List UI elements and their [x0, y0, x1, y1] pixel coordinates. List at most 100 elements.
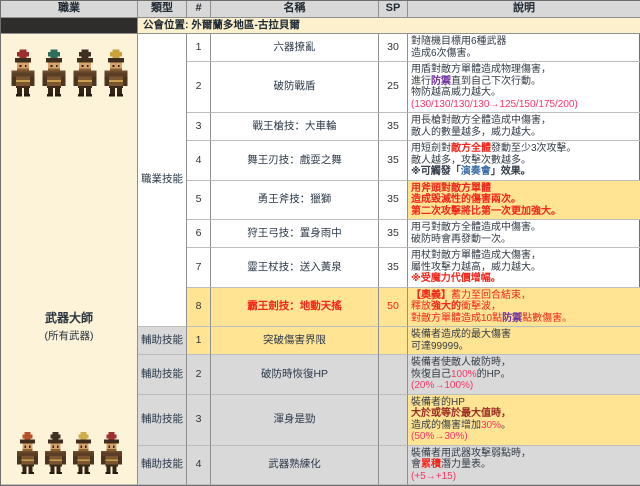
character-sprites-top: [1, 42, 137, 104]
section-support-skills: 輔助技能: [138, 327, 187, 355]
job-cell: 武器大師 (所有武器): [1, 34, 138, 485]
character-sprite: [9, 42, 37, 104]
skill-description-line: 會累積潛力量表。: [411, 459, 491, 471]
skill-description-line: 【奧義】蓄力至回合結束，: [411, 290, 531, 302]
skill-description-line: 造成6次傷害。: [411, 48, 477, 60]
skill-sp: [379, 446, 408, 486]
skill-number: 2: [187, 355, 211, 395]
character-sprite: [99, 427, 124, 479]
skill-name: 霸王劍技：地動天搖: [211, 288, 379, 328]
skill-description-line: (130/130/130/130→125/150/175/200): [411, 99, 578, 111]
skill-name: 渾身是勁: [211, 395, 379, 446]
skill-number: 7: [187, 248, 211, 288]
skill-name: 狩王弓技：置身雨中: [211, 220, 379, 248]
skill-description: 裝備者用武器攻擊弱點時，會累積潛力量表。(+5→+15): [408, 446, 640, 486]
character-sprite: [15, 427, 40, 479]
job-name: 武器大師: [1, 309, 137, 326]
skill-sp: 35: [379, 220, 408, 248]
skill-description-line: 造成的傷害增加30%。: [411, 420, 511, 432]
skill-description-line: 用長槍對敵方全體造成中傷害，: [411, 115, 551, 127]
skill-name: 戰王槍技：大車輪: [211, 113, 379, 141]
character-sprite: [71, 427, 96, 479]
column-header-name: 名稱: [211, 1, 379, 18]
section-support-skills: 輔助技能: [138, 446, 187, 486]
skill-sp: [379, 355, 408, 395]
skill-number: 4: [187, 446, 211, 486]
skill-description-line: 對隨機目標用6種武器: [411, 36, 507, 48]
guild-location: 公會位置: 外爾蘭多地區-古拉貝爾: [138, 18, 640, 35]
skill-name: 六器撩亂: [211, 34, 379, 62]
skill-description-line: 用弓對敵方全體造成中傷害。: [411, 222, 541, 234]
skill-description: 裝備者的HP大於或等於最大值時，造成的傷害增加30%。(50%→30%): [408, 395, 640, 446]
skill-table: 職業 類型 # 名稱 SP 說明 公會位置: 外爾蘭多地區-古拉貝爾 武器大師 …: [0, 0, 640, 486]
skill-name: 破防時恢復HP: [211, 355, 379, 395]
skill-name: 舞王刃技：戲耍之舞: [211, 141, 379, 181]
skill-description-line: (50%→30%): [411, 431, 468, 443]
skill-number: 3: [187, 113, 211, 141]
column-header-job: 職業: [1, 1, 138, 18]
skill-description-line: 物防越高威力越大。: [411, 87, 501, 99]
skill-description: 對隨機目標用6種武器造成6次傷害。: [408, 34, 640, 62]
skill-sp: 30: [379, 34, 408, 62]
skill-description-line: (20%→100%): [411, 380, 473, 392]
skill-description: 用長槍對敵方全體造成中傷害，敵人的數量越多，威力越大。: [408, 113, 640, 141]
character-sprite: [102, 42, 130, 104]
column-header-sp: SP: [379, 1, 408, 18]
skill-name: 武器熟練化: [211, 446, 379, 486]
skill-name: 勇王斧技：獵獅: [211, 181, 379, 221]
character-sprite: [71, 42, 99, 104]
character-sprite: [40, 42, 68, 104]
skill-number: 1: [187, 34, 211, 62]
skill-sp: 35: [379, 141, 408, 181]
skill-description-line: 大於或等於最大值時，: [411, 408, 511, 420]
skill-sp: [379, 327, 408, 355]
section-support-skills: 輔助技能: [138, 395, 187, 446]
skill-description-line: 用斧頭對敵方單體: [411, 183, 491, 195]
skill-sp: 35: [379, 181, 408, 221]
skill-description: 用短劍對敵方全體發動至少3次攻擊。敵人越多，攻擊次數越多。※可觸發「演奏會」效果…: [408, 141, 640, 181]
skill-description-line: (+5→+15): [411, 471, 456, 483]
skill-description-line: 屬性攻擊力越高，威力越大。: [411, 262, 541, 274]
skill-sp: 35: [379, 248, 408, 288]
skill-description-line: 造成毀滅性的傷害兩次。: [411, 194, 521, 206]
job-title: 武器大師 (所有武器): [1, 309, 137, 343]
skill-number: 3: [187, 395, 211, 446]
skill-description-line: 進行防禦直到自己下次行動。: [411, 76, 541, 88]
skill-sp: 35: [379, 113, 408, 141]
job-header-dark-cell: [1, 18, 138, 35]
skill-name: 突破傷害界限: [211, 327, 379, 355]
skill-description-line: 敵人的數量越多，威力越大。: [411, 127, 541, 139]
skill-description-line: 釋放強大的衝擊波，: [411, 301, 501, 313]
skill-sp: [379, 395, 408, 446]
skill-description: 用盾對敵方單體造成物理傷害，進行防禦直到自己下次行動。物防越高威力越大。(130…: [408, 62, 640, 113]
character-sprites-bottom: [1, 427, 137, 479]
skill-description-line: 敵人越多，攻擊次數越多。: [411, 155, 531, 167]
column-header-description: 說明: [408, 1, 640, 18]
skill-description-line: 可達99999。: [411, 341, 469, 353]
skill-description: 【奧義】蓄力至回合結束，釋放強大的衝擊波，對敵方單體造成10點防禦點數傷害。: [408, 288, 640, 328]
skill-description-line: 恢復自己100%的HP。: [411, 369, 510, 381]
skill-description-line: 破防時會再發動一次。: [411, 234, 511, 246]
skill-description-line: 裝備者使敵人破防時，: [411, 357, 511, 369]
skill-description-line: ※可觸發「演奏會」效果。: [411, 166, 531, 178]
skill-description: 用杖對敵方單體造成大傷害，屬性攻擊力越高，威力越大。※受魔力代價增幅。: [408, 248, 640, 288]
skill-description-line: 用盾對敵方單體造成物理傷害，: [411, 64, 551, 76]
skill-description: 用弓對敵方全體造成中傷害。破防時會再發動一次。: [408, 220, 640, 248]
column-header-number: #: [187, 1, 211, 18]
skill-description: 用斧頭對敵方單體造成毀滅性的傷害兩次。第二次攻擊將比第一次更加強大。: [408, 181, 640, 221]
skill-description-line: 用短劍對敵方全體發動至少3次攻擊。: [411, 143, 577, 155]
skill-description-line: 第二次攻擊將比第一次更加強大。: [411, 206, 561, 218]
skill-number: 4: [187, 141, 211, 181]
skill-number: 1: [187, 327, 211, 355]
skill-name: 破防戰盾: [211, 62, 379, 113]
skill-description-line: 裝備者造成的最大傷害: [411, 329, 511, 341]
section-support-skills: 輔助技能: [138, 355, 187, 395]
skill-number: 2: [187, 62, 211, 113]
skill-description-line: 裝備者的HP: [411, 397, 465, 409]
section-job-skills: 職業技能: [138, 34, 187, 327]
skill-description-line: 裝備者用武器攻擊弱點時，: [411, 448, 531, 460]
column-header-type: 類型: [138, 1, 187, 18]
skill-description-line: ※受魔力代價增幅。: [411, 273, 501, 285]
skill-sp: 25: [379, 62, 408, 113]
skill-name: 靈王杖技：送入黃泉: [211, 248, 379, 288]
